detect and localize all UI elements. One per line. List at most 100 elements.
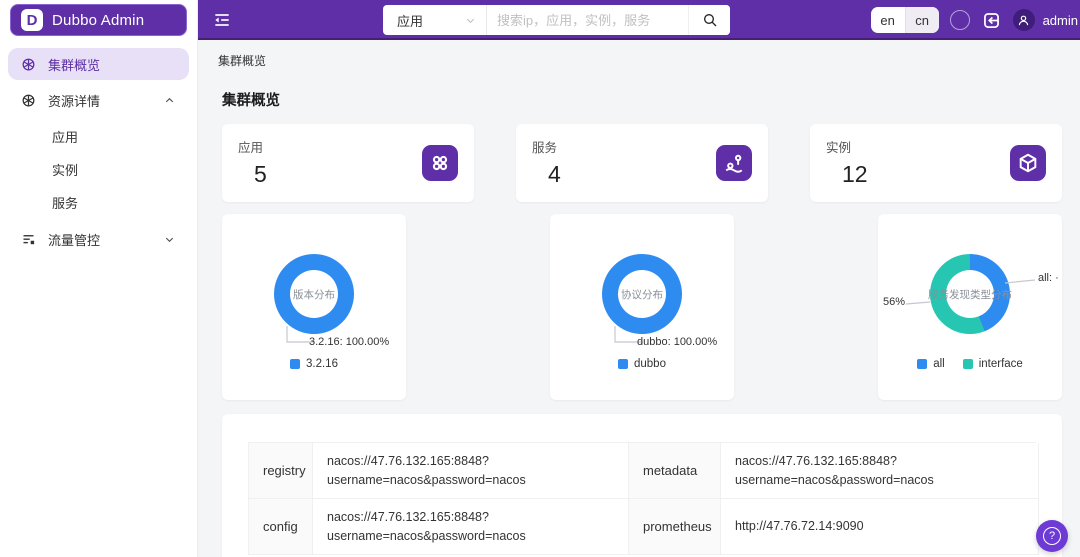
chart-title: 版本分布: [293, 288, 335, 301]
legend-item[interactable]: 3.2.16: [290, 358, 338, 370]
sidebar-item-cluster-overview[interactable]: 集群概览: [8, 48, 189, 80]
charts-row: 版本分布 3.2.16: 100.00% 3.2.16 协议分布 dubbo:: [222, 214, 1062, 400]
sidebar-item-resource-details[interactable]: 资源详情: [8, 84, 189, 116]
search-button[interactable]: [688, 5, 730, 35]
chart-legend: 3.2.16: [222, 358, 406, 370]
legend-swatch: [290, 359, 300, 369]
config-table: registry nacos://47.76.132.165:8848? use…: [248, 442, 1039, 555]
breadcrumb: 集群概览: [218, 54, 267, 68]
sidebar-nav: 集群概览 资源详情 应用 实例 服务 流量管控: [0, 40, 197, 255]
legend-item[interactable]: all: [917, 358, 945, 370]
topbar: 应用 en cn admin: [198, 0, 1080, 40]
instance-cube-icon: [1010, 145, 1046, 181]
sidebar-item-services[interactable]: 服务: [0, 186, 197, 219]
language-toggle[interactable]: en cn: [870, 7, 939, 33]
config-value-line: http://47.76.72.14:9090: [735, 519, 864, 534]
callout-leader-line: [906, 301, 931, 305]
config-value-line: username=nacos&password=nacos: [735, 472, 934, 487]
legend-swatch: [917, 359, 928, 369]
stat-card-instances: 实例 12: [810, 124, 1062, 202]
stats-row: 应用 5 服务 4 实例 12: [222, 124, 1062, 202]
config-value-line: username=nacos&password=nacos: [327, 528, 526, 543]
legend-label: interface: [978, 358, 1023, 370]
sidebar-item-instances[interactable]: 实例: [0, 153, 197, 186]
theme-toggle-icon[interactable]: [949, 10, 970, 30]
search-category-value: 应用: [397, 13, 424, 29]
traffic-management-icon: [20, 231, 36, 247]
search-input[interactable]: [487, 5, 688, 35]
legend-item[interactable]: interface: [962, 358, 1023, 370]
chart-callout-left: 56%: [883, 296, 906, 308]
legend-swatch: [962, 359, 973, 369]
logo-text: Dubbo Admin: [52, 11, 145, 29]
search-category-select[interactable]: 应用: [383, 5, 487, 35]
sidebar-item-label: 集群概览: [48, 57, 101, 73]
sidebar-item-label: 流量管控: [48, 232, 101, 248]
config-value-config: nacos://47.76.132.165:8848? username=nac…: [313, 499, 629, 555]
service-nodes-icon: [716, 145, 752, 181]
config-value-line: username=nacos&password=nacos: [327, 472, 526, 487]
search-bar: 应用: [383, 5, 730, 35]
legend-label: 3.2.16: [306, 358, 338, 370]
legend-label: dubbo: [634, 358, 666, 370]
donut-hole: 协议分布: [618, 270, 666, 318]
resource-details-icon: [20, 92, 36, 108]
chart-card-version-distribution: 版本分布 3.2.16: 100.00% 3.2.16: [222, 214, 406, 400]
config-value-metadata: nacos://47.76.132.165:8848? username=nac…: [721, 443, 1039, 499]
page-title: 集群概览: [222, 93, 280, 109]
config-value-line: nacos://47.76.132.165:8848?: [327, 509, 489, 524]
legend-label: all: [933, 358, 945, 370]
donut-hole: 版本分布: [290, 270, 338, 318]
topbar-right: en cn admin: [870, 0, 1078, 40]
help-button[interactable]: ?: [1036, 520, 1068, 552]
logo[interactable]: D Dubbo Admin: [10, 4, 187, 36]
sidebar-child-label: 服务: [52, 196, 79, 211]
sidebar-item-label: 资源详情: [48, 93, 101, 109]
config-value-line: nacos://47.76.132.165:8848?: [327, 453, 489, 468]
chart-title: 协议分布: [621, 288, 663, 301]
stat-card-services: 服务 4: [516, 124, 768, 202]
config-key-metadata: metadata: [629, 443, 721, 499]
sidebar-item-traffic-management[interactable]: 流量管控: [8, 223, 189, 255]
sidebar-child-label: 应用: [52, 130, 79, 145]
stat-card-applications: 应用 5: [222, 124, 474, 202]
chevron-down-icon[interactable]: [164, 233, 175, 248]
callout-leader-line: [1005, 279, 1036, 284]
config-table-card: registry nacos://47.76.132.165:8848? use…: [222, 414, 1062, 557]
dubbo-logo-icon: D: [21, 9, 43, 31]
menu-fold-icon[interactable]: [212, 10, 232, 30]
config-key-registry: registry: [249, 443, 313, 499]
sidebar: D Dubbo Admin 集群概览 资源详情 应用 实例 服务 流量管控: [0, 0, 198, 557]
chart-card-service-discovery-distribution: 服务发现类型分布 56% all: · all interface: [878, 214, 1062, 400]
chart-callout: 3.2.16: 100.00%: [309, 336, 390, 348]
main-content: 集群概览 集群概览 应用 5 服务 4 实例 12 版本分布 3.2.16: 1…: [198, 40, 1080, 557]
username-label: admin: [1042, 12, 1078, 28]
chart-callout: dubbo: 100.00%: [637, 336, 718, 348]
user-icon: [1018, 15, 1029, 25]
apps-grid-icon: [422, 145, 458, 181]
config-value-registry: nacos://47.76.132.165:8848? username=nac…: [313, 443, 629, 499]
config-value-line: nacos://47.76.132.165:8848?: [735, 453, 897, 468]
config-key-config: config: [249, 499, 313, 555]
lang-cn-option[interactable]: cn: [904, 7, 939, 33]
logo-strip: D Dubbo Admin: [0, 0, 197, 40]
chevron-up-icon[interactable]: [164, 94, 175, 109]
dubbo-admin-app: D Dubbo Admin 集群概览 资源详情 应用 实例 服务 流量管控 应用…: [0, 0, 1080, 557]
sidebar-child-label: 实例: [52, 163, 79, 178]
search-icon: [703, 14, 716, 27]
logout-icon[interactable]: [981, 10, 1002, 31]
donut-hole: 服务发现类型分布: [928, 270, 1012, 318]
legend-item[interactable]: dubbo: [618, 358, 666, 370]
chart-card-protocol-distribution: 协议分布 dubbo: 100.00% dubbo: [550, 214, 734, 400]
chart-title: 服务发现类型分布: [928, 288, 1012, 301]
sidebar-item-applications[interactable]: 应用: [0, 120, 197, 153]
chart-legend: all interface: [878, 358, 1062, 370]
legend-swatch: [618, 359, 628, 369]
chevron-down-icon: [466, 18, 475, 23]
question-mark-icon: ?: [1043, 527, 1061, 545]
cluster-overview-icon: [20, 56, 36, 72]
chart-legend: dubbo: [550, 358, 734, 370]
lang-en-option[interactable]: en: [871, 7, 905, 33]
config-key-prometheus: prometheus: [629, 499, 721, 555]
avatar[interactable]: [1012, 9, 1035, 31]
